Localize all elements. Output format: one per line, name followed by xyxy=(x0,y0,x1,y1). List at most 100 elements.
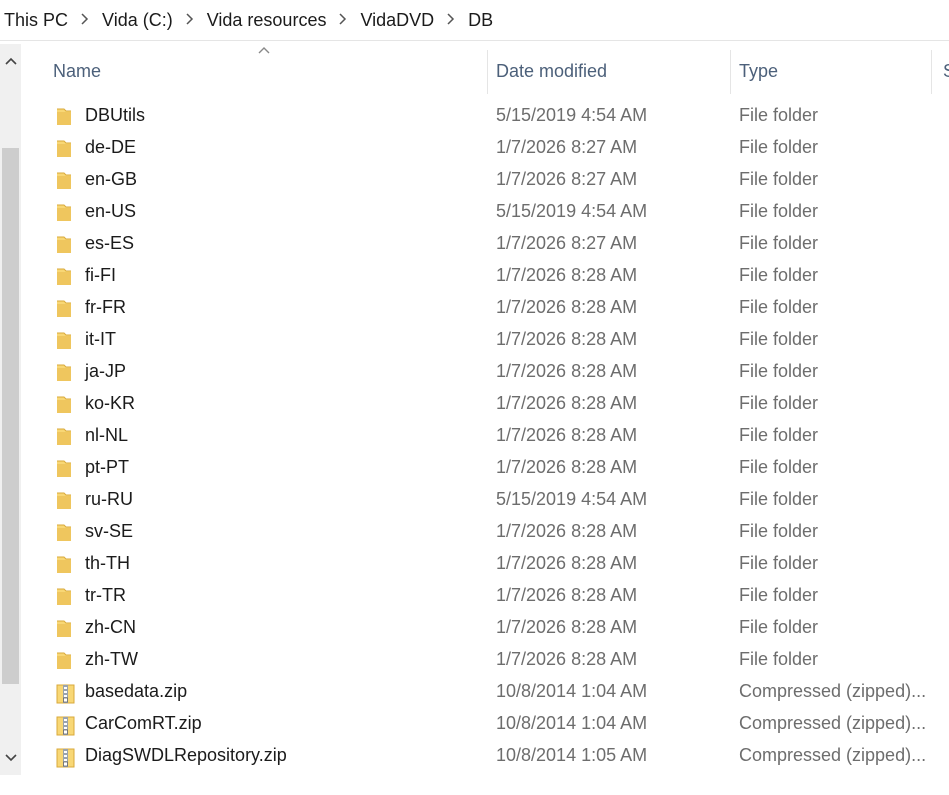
file-name: nl-NL xyxy=(85,425,129,445)
file-row[interactable]: en-GB 1/7/2026 8:27 AM File folder xyxy=(21,164,949,196)
file-name: ko-KR xyxy=(85,393,136,413)
file-date-modified: 1/7/2026 8:28 AM xyxy=(496,297,638,317)
folder-icon xyxy=(56,394,78,414)
file-list: DBUtils 5/15/2019 4:54 AM File folder de-DE… xyxy=(21,100,949,772)
breadcrumb-item[interactable]: Vida (C:) xyxy=(98,10,177,31)
file-date-modified: 5/15/2019 4:54 AM xyxy=(496,105,648,125)
file-row[interactable]: th-TH 1/7/2026 8:28 AM File folder xyxy=(21,548,949,580)
file-row[interactable]: pt-PT 1/7/2026 8:28 AM File folder xyxy=(21,452,949,484)
file-type: Compressed (zipped)... xyxy=(739,745,927,765)
breadcrumb-item[interactable]: DB xyxy=(464,10,497,31)
file-type: Compressed (zipped)... xyxy=(739,681,927,701)
file-date-modified: 10/8/2014 1:04 AM xyxy=(496,681,648,701)
file-name: ru-RU xyxy=(85,489,133,509)
column-header-type[interactable]: Type xyxy=(739,44,778,98)
file-date-modified: 10/8/2014 1:04 AM xyxy=(496,713,648,733)
folder-icon xyxy=(56,426,78,446)
file-type: File folder xyxy=(739,297,819,317)
file-name: th-TH xyxy=(85,553,130,573)
breadcrumb-separator-icon[interactable] xyxy=(330,12,356,28)
column-header-name[interactable]: Name xyxy=(53,44,101,98)
breadcrumb-item[interactable]: Vida resources xyxy=(203,10,331,31)
breadcrumb-separator-icon[interactable] xyxy=(177,12,203,28)
column-divider[interactable] xyxy=(487,50,488,94)
file-date-modified: 1/7/2026 8:28 AM xyxy=(496,649,638,669)
file-name: sv-SE xyxy=(85,521,134,541)
breadcrumb-item[interactable]: VidaDVD xyxy=(356,10,438,31)
folder-icon xyxy=(56,586,78,606)
file-type: File folder xyxy=(739,585,819,605)
column-header-date-modified[interactable]: Date modified xyxy=(496,44,607,98)
sort-ascending-icon xyxy=(258,47,270,54)
file-row[interactable]: es-ES 1/7/2026 8:27 AM File folder xyxy=(21,228,949,260)
file-type: File folder xyxy=(739,105,819,125)
column-header-size[interactable]: S xyxy=(943,44,949,98)
folder-icon xyxy=(56,522,78,542)
column-divider[interactable] xyxy=(730,50,731,94)
file-date-modified: 1/7/2026 8:28 AM xyxy=(496,521,638,541)
file-date-modified: 1/7/2026 8:28 AM xyxy=(496,393,638,413)
file-name: fr-FR xyxy=(85,297,126,317)
file-row[interactable]: it-IT 1/7/2026 8:28 AM File folder xyxy=(21,324,949,356)
breadcrumb-separator-icon[interactable] xyxy=(438,12,464,28)
file-row[interactable]: de-DE 1/7/2026 8:27 AM File folder xyxy=(21,132,949,164)
file-row[interactable]: basedata.zip 10/8/2014 1:04 AM Compressed … xyxy=(21,676,949,708)
file-type: File folder xyxy=(739,265,819,285)
file-type: File folder xyxy=(739,521,819,541)
file-date-modified: 1/7/2026 8:27 AM xyxy=(496,169,638,189)
file-date-modified: 10/8/2014 1:05 AM xyxy=(496,745,648,765)
file-row[interactable]: nl-NL 1/7/2026 8:28 AM File folder xyxy=(21,420,949,452)
file-type: File folder xyxy=(739,489,819,509)
folder-icon xyxy=(56,330,78,350)
folder-icon xyxy=(56,170,78,190)
file-date-modified: 1/7/2026 8:28 AM xyxy=(496,425,638,445)
file-type: File folder xyxy=(739,137,819,157)
file-name: es-ES xyxy=(85,233,135,253)
zip-folder-icon xyxy=(56,714,78,736)
file-name: de-DE xyxy=(85,137,137,157)
file-row[interactable]: en-US 5/15/2019 4:54 AM File folder xyxy=(21,196,949,228)
file-date-modified: 1/7/2026 8:28 AM xyxy=(496,457,638,477)
file-row[interactable]: zh-CN 1/7/2026 8:28 AM File folder xyxy=(21,612,949,644)
file-name: it-IT xyxy=(85,329,116,349)
file-row[interactable]: tr-TR 1/7/2026 8:28 AM File folder xyxy=(21,580,949,612)
file-row[interactable]: fi-FI 1/7/2026 8:28 AM File folder xyxy=(21,260,949,292)
file-row[interactable]: DBUtils 5/15/2019 4:54 AM File folder xyxy=(21,100,949,132)
file-type: File folder xyxy=(739,617,819,637)
file-row[interactable]: ja-JP 1/7/2026 8:28 AM File folder xyxy=(21,356,949,388)
file-row[interactable]: CarComRT.zip 10/8/2014 1:04 AM Compressed … xyxy=(21,708,949,740)
folder-icon xyxy=(56,362,78,382)
file-row[interactable]: zh-TW 1/7/2026 8:28 AM File folder xyxy=(21,644,949,676)
folder-icon xyxy=(56,234,78,254)
file-row[interactable]: ko-KR 1/7/2026 8:28 AM File folder xyxy=(21,388,949,420)
column-divider[interactable] xyxy=(931,50,932,94)
file-name: tr-TR xyxy=(85,585,126,605)
folder-icon xyxy=(56,138,78,158)
folder-icon xyxy=(56,202,78,222)
file-row[interactable]: sv-SE 1/7/2026 8:28 AM File folder xyxy=(21,516,949,548)
breadcrumb-separator-icon[interactable] xyxy=(72,12,98,28)
file-date-modified: 1/7/2026 8:28 AM xyxy=(496,617,638,637)
file-type: File folder xyxy=(739,553,819,573)
file-date-modified: 5/15/2019 4:54 AM xyxy=(496,201,648,221)
chevron-up-icon xyxy=(4,57,17,65)
scroll-down-button[interactable] xyxy=(0,741,21,775)
file-type: Compressed (zipped)... xyxy=(739,713,927,733)
file-name: ja-JP xyxy=(85,361,127,381)
scroll-up-button[interactable] xyxy=(0,44,21,78)
breadcrumb-item[interactable]: This PC xyxy=(0,10,72,31)
file-row[interactable]: fr-FR 1/7/2026 8:28 AM File folder xyxy=(21,292,949,324)
folder-icon xyxy=(56,554,78,574)
file-row[interactable]: DiagSWDLRepository.zip 10/8/2014 1:05 AM C… xyxy=(21,740,949,772)
file-row[interactable]: ru-RU 5/15/2019 4:54 AM File folder xyxy=(21,484,949,516)
vertical-scrollbar[interactable] xyxy=(0,44,21,775)
scrollbar-thumb[interactable] xyxy=(2,148,19,684)
file-type: File folder xyxy=(739,329,819,349)
file-date-modified: 1/7/2026 8:28 AM xyxy=(496,265,638,285)
file-type: File folder xyxy=(739,425,819,445)
file-date-modified: 1/7/2026 8:28 AM xyxy=(496,329,638,349)
file-type: File folder xyxy=(739,233,819,253)
folder-icon xyxy=(56,490,78,510)
file-date-modified: 1/7/2026 8:27 AM xyxy=(496,233,638,253)
file-name: pt-PT xyxy=(85,457,130,477)
